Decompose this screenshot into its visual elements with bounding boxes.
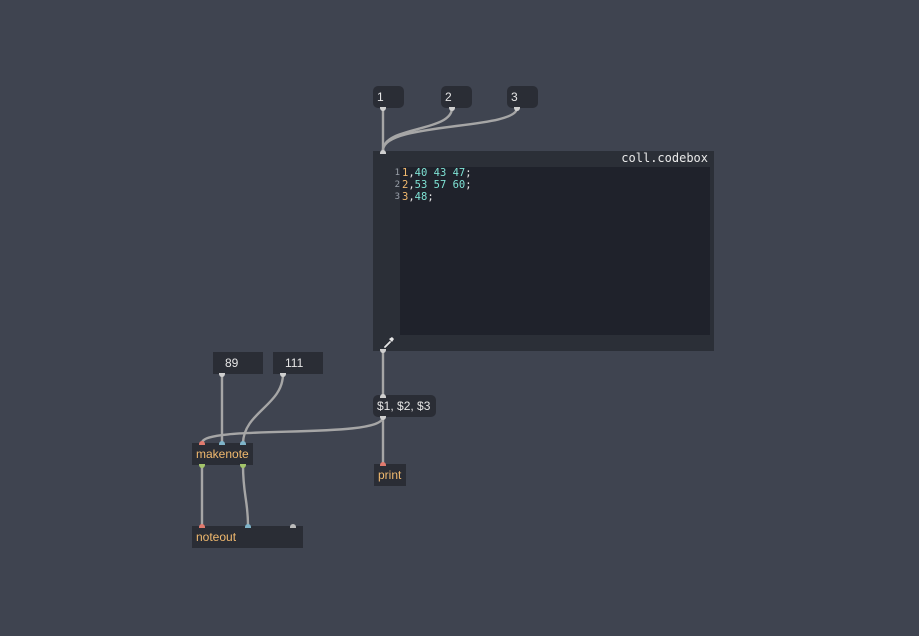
print-object[interactable]: print [374, 462, 406, 486]
duration-number-box[interactable]: 111 [273, 352, 323, 377]
makenote-outlet-pitch[interactable] [199, 464, 205, 468]
code-line-2[interactable]: 2,53 57 60; [402, 179, 472, 191]
noteout-inlet-channel[interactable] [290, 524, 296, 528]
list-format-outlet[interactable] [380, 416, 386, 420]
cord-makenote-velocity-to-noteout[interactable] [241, 463, 250, 528]
cord-duration-to-makenote[interactable] [241, 372, 285, 445]
velocity-number-outlet[interactable] [219, 373, 225, 377]
codebox-title: coll.codebox [621, 151, 708, 165]
code-line-1-values: 40 43 47 [414, 167, 466, 179]
velocity-number-box[interactable]: 89 [213, 352, 263, 377]
codebox-outlet[interactable] [380, 349, 386, 353]
message-box-2-outlet[interactable] [449, 107, 455, 111]
noteout-inlet-pitch[interactable] [199, 524, 205, 528]
cord-msg3-to-codebox[interactable] [381, 106, 519, 152]
makenote-inlet-velocity[interactable] [219, 441, 225, 445]
print-inlet[interactable] [380, 462, 386, 466]
velocity-number-value: 89 [225, 356, 239, 370]
message-box-2-label: 2 [445, 90, 452, 104]
line-number-3: 3 [394, 192, 400, 202]
code-line-3-values: 48 [414, 191, 428, 203]
duration-number-value: 111 [285, 356, 304, 370]
message-box-2[interactable]: 2 [441, 86, 472, 111]
message-box-3-outlet[interactable] [514, 107, 520, 111]
makenote-object[interactable]: makenote [192, 441, 253, 468]
list-format-label: $1, $2, $3 [377, 399, 431, 413]
makenote-inlet-duration[interactable] [240, 441, 246, 445]
print-label: print [378, 468, 402, 482]
code-area[interactable]: 1,40 43 47; 2,53 57 60; 3,48; [402, 167, 472, 203]
makenote-label: makenote [196, 447, 249, 461]
coll-codebox[interactable]: coll.codebox 1 2 3 1,40 43 47; 2,53 57 6… [373, 150, 714, 353]
list-format-inlet[interactable] [380, 394, 386, 398]
message-box-3[interactable]: 3 [507, 86, 538, 111]
code-line-3-end: ; [427, 191, 434, 203]
makenote-outlet-velocity[interactable] [240, 464, 246, 468]
patcher-canvas[interactable]: 1 2 3 coll.codebox 1 2 3 1,40 43 47; 2,5… [0, 0, 919, 636]
duration-number-outlet[interactable] [280, 373, 286, 377]
wrench-icon[interactable] [383, 336, 395, 348]
cord-msg2-to-codebox[interactable] [381, 106, 454, 152]
code-line-1[interactable]: 1,40 43 47; [402, 167, 472, 179]
message-box-3-label: 3 [511, 90, 518, 104]
message-box-1-outlet[interactable] [380, 107, 386, 111]
list-format-message[interactable]: $1, $2, $3 [373, 394, 436, 420]
cord-list-to-makenote[interactable] [200, 415, 385, 445]
code-line-2-end: ; [465, 179, 472, 191]
message-box-1[interactable]: 1 [373, 86, 404, 111]
noteout-label: noteout [196, 530, 237, 544]
noteout-inlet-velocity[interactable] [245, 524, 251, 528]
noteout-object[interactable]: noteout [192, 524, 303, 548]
code-line-1-end: ; [465, 167, 472, 179]
codebox-line-gutter: 1 2 3 [389, 167, 400, 203]
code-line-3[interactable]: 3,48; [402, 191, 472, 203]
makenote-inlet-pitch[interactable] [199, 441, 205, 445]
message-box-1-label: 1 [377, 90, 384, 104]
codebox-editor[interactable]: 1,40 43 47; 2,53 57 60; 3,48; [400, 167, 710, 335]
code-line-2-values: 53 57 60 [414, 179, 466, 191]
line-number-2: 2 [394, 180, 400, 190]
line-number-1: 1 [394, 168, 400, 178]
codebox-inlet[interactable] [380, 150, 386, 154]
